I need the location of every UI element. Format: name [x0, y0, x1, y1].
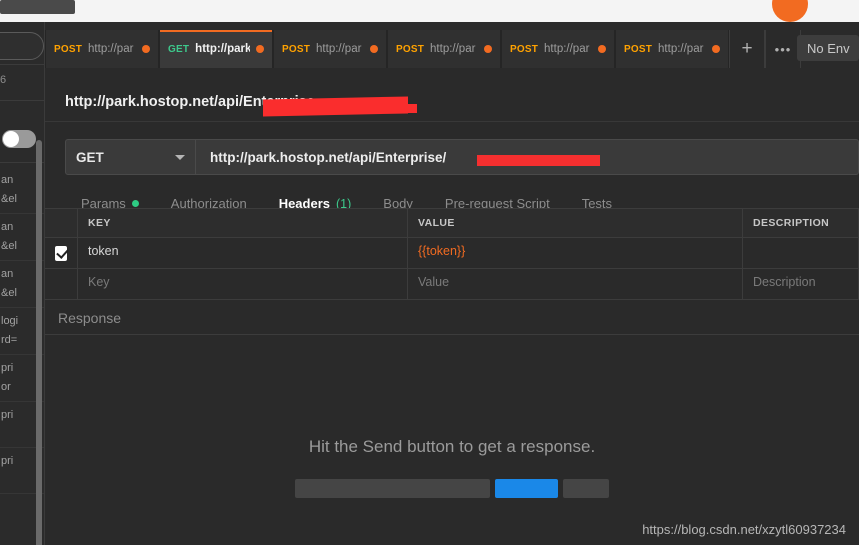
tab-method-label: GET [168, 43, 190, 55]
params-indicator-dot-icon [131, 200, 139, 207]
http-method-label: GET [76, 149, 104, 165]
redaction-mark [477, 155, 600, 166]
url-input[interactable]: http://park.hostop.net/api/Enterprise/ [196, 139, 859, 175]
table-header-description: DESCRIPTION [743, 209, 859, 237]
sidebar-scrollbar[interactable] [36, 140, 42, 545]
response-body-empty-state: Hit the Send button to get a response. h… [45, 335, 859, 545]
request-tab[interactable]: POST http://par [387, 30, 501, 68]
request-tab[interactable]: POST http://par [45, 30, 159, 68]
chevron-down-icon [175, 154, 185, 160]
row-key-input[interactable]: token [78, 238, 408, 268]
watermark-text: https://blog.csdn.net/xzytl60937234 [642, 522, 846, 537]
row-key-input-placeholder[interactable]: Key [78, 269, 408, 299]
table-row[interactable]: token {{token}} [45, 238, 859, 269]
placeholder-bar [563, 479, 609, 498]
row-value-input[interactable]: {{token}} [408, 238, 743, 268]
tab-name-label: http://par [316, 43, 362, 55]
request-tab[interactable]: POST http://par [273, 30, 387, 68]
row-value-input-placeholder[interactable]: Value [408, 269, 743, 299]
row-checkbox-cell[interactable] [45, 238, 78, 268]
request-title-row: http://park.hostop.net/api/Enterprise [45, 90, 859, 122]
table-header-check [45, 209, 78, 237]
tab-name-label: http://par [658, 43, 704, 55]
response-hint-text: Hit the Send button to get a response. [308, 437, 596, 456]
window-title-chip [0, 0, 75, 14]
response-label: Response [58, 309, 122, 326]
unsaved-dot-icon [256, 45, 264, 53]
tab-method-label: POST [396, 43, 425, 55]
tab-more-options-button[interactable]: ••• [765, 30, 801, 68]
headers-table: KEY VALUE DESCRIPTION token {{token}} Ke… [45, 208, 859, 300]
table-header-value: VALUE [408, 209, 743, 237]
redaction-mark [267, 104, 417, 113]
tab-name-label: http://par [430, 43, 476, 55]
unsaved-dot-icon [598, 45, 606, 53]
placeholder-bar-primary [495, 479, 558, 498]
sidebar: 6 an &el an &el an &el logi rd= pri or p… [0, 22, 45, 545]
request-tab[interactable]: POST http://par [501, 30, 615, 68]
tab-name-label: http://park [195, 43, 250, 55]
unsaved-dot-icon [712, 45, 720, 53]
table-header-key: KEY [78, 209, 408, 237]
response-header-bar: Response [45, 301, 859, 335]
table-row-placeholder[interactable]: Key Value Description [45, 269, 859, 300]
tab-method-label: POST [510, 43, 539, 55]
row-checkbox-cell[interactable] [45, 269, 78, 299]
tab-method-label: POST [54, 43, 83, 55]
row-description-input-placeholder[interactable]: Description [743, 269, 859, 299]
table-header-row: KEY VALUE DESCRIPTION [45, 209, 859, 238]
row-description-input[interactable] [743, 238, 859, 268]
request-tab[interactable]: POST http://par [615, 30, 729, 68]
sidebar-toggle-switch[interactable] [2, 130, 36, 148]
url-bar: GET http://park.hostop.net/api/Enterpris… [65, 139, 859, 175]
unsaved-dot-icon [484, 45, 492, 53]
unsaved-dot-icon [142, 45, 150, 53]
http-method-select[interactable]: GET [65, 139, 196, 175]
sidebar-search-input[interactable] [0, 32, 44, 60]
tab-method-label: POST [282, 43, 311, 55]
environment-selector[interactable]: No Env [797, 35, 859, 61]
window-top-strip [0, 0, 859, 22]
url-text: http://park.hostop.net/api/Enterprise/ [210, 149, 447, 165]
sidebar-count-label: 6 [0, 74, 7, 86]
response-placeholder-bars [45, 479, 859, 498]
sidebar-divider [0, 100, 44, 101]
toggle-knob [3, 131, 19, 147]
tab-method-label: POST [624, 43, 653, 55]
sidebar-divider [0, 64, 44, 65]
unsaved-dot-icon [370, 45, 378, 53]
new-tab-button[interactable]: + [729, 30, 765, 68]
request-tab-active[interactable]: GET http://park [159, 30, 273, 68]
row-checkbox-checked[interactable] [55, 245, 67, 261]
placeholder-bar [295, 479, 490, 498]
tab-name-label: http://par [88, 43, 134, 55]
toggle-switch-off-icon[interactable] [2, 130, 36, 148]
postman-window: 6 an &el an &el an &el logi rd= pri or p… [0, 0, 859, 545]
request-tab-bar: POST http://par GET http://park POST htt… [45, 30, 859, 68]
tab-name-label: http://par [544, 43, 590, 55]
